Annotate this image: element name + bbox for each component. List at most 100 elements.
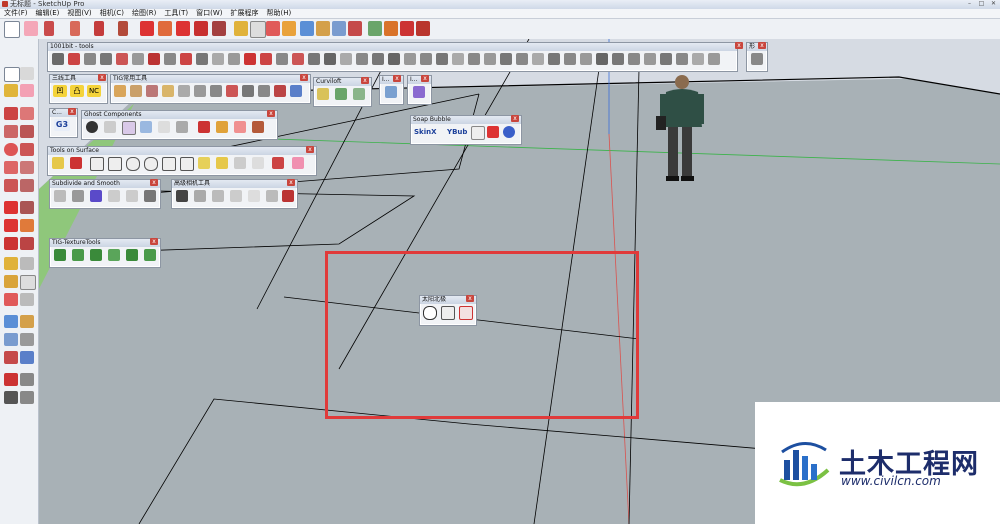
text-tool-icon[interactable] bbox=[250, 21, 266, 38]
prism-tool-icon[interactable] bbox=[413, 86, 425, 98]
tig-smooth-icon[interactable] bbox=[210, 85, 222, 97]
texture-tool-4-icon[interactable] bbox=[108, 249, 120, 261]
dimension-tool-icon[interactable] bbox=[20, 257, 34, 270]
ghost-erase-icon[interactable] bbox=[234, 121, 246, 133]
tig-mirror-icon[interactable] bbox=[226, 85, 238, 97]
follow-me-tool-icon[interactable] bbox=[20, 219, 34, 232]
menu-draw[interactable]: 绘图(R) bbox=[128, 9, 160, 18]
surface-pencil-icon[interactable] bbox=[70, 157, 82, 169]
hatch-icon[interactable] bbox=[612, 53, 624, 65]
orbit-tool-icon[interactable] bbox=[4, 315, 18, 328]
menu-extensions[interactable]: 扩展程序 bbox=[226, 9, 262, 18]
scale-tool-icon[interactable] bbox=[4, 237, 18, 250]
camera-frame-icon[interactable] bbox=[212, 190, 224, 202]
follow-me-icon[interactable] bbox=[158, 21, 172, 36]
loft-by-spline-icon[interactable] bbox=[317, 88, 329, 100]
surface-ellipse-icon[interactable] bbox=[144, 157, 158, 171]
surface-polyline-icon[interactable] bbox=[216, 157, 228, 169]
surface-square-icon[interactable] bbox=[108, 157, 122, 171]
chamfer-icon[interactable] bbox=[228, 53, 240, 65]
align-icon[interactable] bbox=[500, 53, 512, 65]
panel-sun-close-button[interactable]: x bbox=[466, 295, 474, 302]
rafter-icon[interactable] bbox=[420, 53, 432, 65]
curve-tool-icon[interactable] bbox=[52, 53, 64, 65]
stripe-icon[interactable] bbox=[596, 53, 608, 65]
roof-icon[interactable] bbox=[340, 53, 352, 65]
wall-icon[interactable] bbox=[356, 53, 368, 65]
shape-icon[interactable] bbox=[94, 21, 104, 36]
subdivide-cube-icon[interactable] bbox=[54, 190, 66, 202]
panel-curviloft-close-button[interactable]: x bbox=[361, 77, 369, 84]
menu-file[interactable]: 文件(F) bbox=[0, 9, 32, 18]
frame-icon[interactable] bbox=[564, 53, 576, 65]
three-point-arc-icon[interactable] bbox=[4, 179, 18, 192]
move-icon[interactable] bbox=[140, 21, 154, 36]
surface-offset-icon[interactable] bbox=[198, 157, 210, 169]
panel-small-1-close-button[interactable]: x bbox=[393, 75, 401, 82]
tig-loft-icon[interactable] bbox=[130, 85, 142, 97]
g3-tool-button[interactable]: G3 bbox=[54, 119, 70, 131]
bend-icon[interactable] bbox=[164, 53, 176, 65]
polygon-icon[interactable] bbox=[20, 143, 34, 156]
surface-text-icon[interactable] bbox=[252, 157, 264, 169]
surface-line-icon[interactable] bbox=[272, 157, 284, 169]
move-tool-icon[interactable] bbox=[4, 201, 18, 214]
protractor-icon[interactable] bbox=[4, 275, 18, 288]
door-icon[interactable] bbox=[388, 53, 400, 65]
skinning-icon[interactable] bbox=[335, 88, 347, 100]
panel-c-close-button[interactable]: x bbox=[68, 108, 76, 115]
tig-edge-icon[interactable] bbox=[258, 85, 270, 97]
ghost-cross-icon[interactable] bbox=[198, 121, 210, 133]
look-around-icon[interactable] bbox=[20, 373, 34, 386]
camera-create-icon[interactable] bbox=[176, 190, 188, 202]
dots-tool-icon[interactable] bbox=[68, 53, 80, 65]
terrain-icon[interactable] bbox=[708, 53, 720, 65]
slope-icon[interactable] bbox=[676, 53, 688, 65]
panel-small-2-close-button[interactable]: x bbox=[421, 75, 429, 82]
camera-lens-icon[interactable] bbox=[230, 190, 242, 202]
components-icon[interactable] bbox=[400, 21, 414, 36]
spiral-tool-icon[interactable] bbox=[116, 53, 128, 65]
previous-view-icon[interactable] bbox=[20, 351, 34, 364]
close-icon[interactable]: ✕ bbox=[989, 0, 998, 7]
ghost-bomb-icon[interactable] bbox=[86, 121, 98, 133]
shade-icon[interactable] bbox=[660, 53, 672, 65]
push-pull-icon[interactable] bbox=[118, 21, 128, 36]
freehand-icon[interactable] bbox=[20, 107, 34, 120]
zoom-extents-tool-icon[interactable] bbox=[4, 351, 18, 364]
walk-icon[interactable] bbox=[4, 391, 18, 404]
array-icon[interactable] bbox=[516, 53, 528, 65]
panel-camera-close-button[interactable]: x bbox=[287, 179, 295, 186]
paint-bucket-icon[interactable] bbox=[4, 84, 18, 97]
pan-tool-icon[interactable] bbox=[20, 315, 34, 328]
extension-warehouse-icon[interactable] bbox=[416, 21, 430, 36]
share-model-icon[interactable] bbox=[384, 21, 398, 36]
surface-polygon-icon[interactable] bbox=[162, 157, 176, 171]
circle-icon[interactable] bbox=[4, 143, 18, 156]
panel-tools-surface-close-button[interactable]: x bbox=[306, 146, 314, 153]
texture-tool-3-icon[interactable] bbox=[90, 249, 102, 261]
orbit-icon[interactable] bbox=[300, 21, 314, 36]
section-plane-icon[interactable] bbox=[20, 391, 34, 404]
surface-erase-icon[interactable] bbox=[292, 157, 304, 169]
play-icon[interactable] bbox=[471, 126, 485, 140]
surface-draw-icon[interactable] bbox=[52, 157, 64, 169]
break-icon[interactable] bbox=[292, 53, 304, 65]
surface-rectangle-icon[interactable] bbox=[90, 157, 104, 171]
pyramid-icon[interactable] bbox=[90, 190, 102, 202]
select-icon[interactable] bbox=[4, 67, 20, 82]
offset-tool-icon[interactable] bbox=[20, 237, 34, 250]
panel-soap-close-button[interactable]: x bbox=[511, 115, 519, 122]
zoom-icon[interactable] bbox=[332, 21, 346, 36]
concave-tool-button[interactable]: 凹 bbox=[53, 85, 67, 97]
select-tool-icon[interactable] bbox=[4, 21, 20, 38]
rotate-icon[interactable] bbox=[194, 21, 208, 36]
zoom-window-icon[interactable] bbox=[20, 333, 34, 346]
tig-surface-icon[interactable] bbox=[146, 85, 158, 97]
panel-ghost-close-button[interactable]: x bbox=[267, 110, 275, 117]
trim-icon[interactable] bbox=[260, 53, 272, 65]
surface-circle-icon[interactable] bbox=[126, 157, 140, 171]
arrow-tool-icon[interactable] bbox=[484, 53, 496, 65]
minimize-icon[interactable]: – bbox=[965, 0, 974, 7]
panel-tig-close-button[interactable]: x bbox=[300, 74, 308, 81]
